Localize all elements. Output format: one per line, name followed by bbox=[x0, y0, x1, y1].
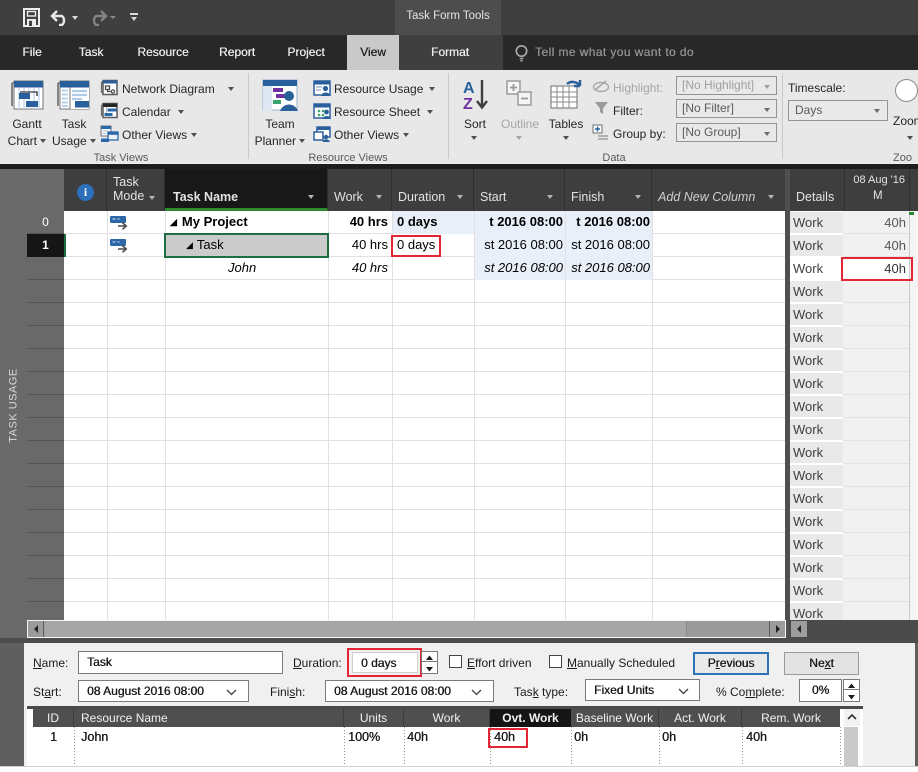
svg-text:A: A bbox=[463, 80, 475, 97]
svg-text:Z: Z bbox=[463, 96, 473, 112]
